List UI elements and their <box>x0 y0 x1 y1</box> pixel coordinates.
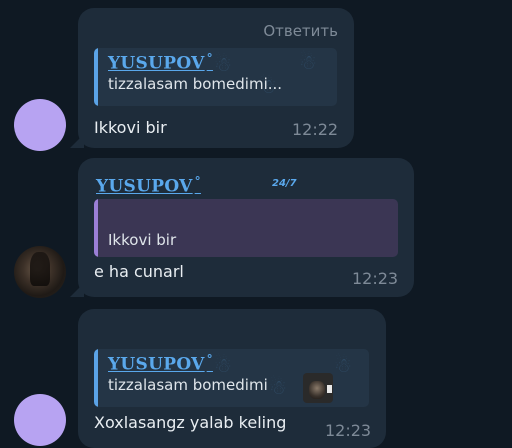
reply-quote[interactable]: Ikkovi bir <box>94 199 398 257</box>
ghost-pattern-icon: ☃ <box>214 52 232 76</box>
bubble-tail <box>70 134 84 148</box>
reply-button[interactable]: Ответить <box>263 22 338 40</box>
message-bubble[interactable]: YUSUPOV ° 24/7 Ikkovi bir e ha cunarl 12:… <box>78 158 414 297</box>
reply-quote[interactable]: ☃ ☃ ☃ YUSUPOV ° tizzalasam bomedimi... <box>94 48 337 106</box>
quote-bar <box>94 349 98 407</box>
status-badge: 24/7 <box>272 178 297 189</box>
quote-text: Ikkovi bir <box>108 231 177 249</box>
message-text: Ikkovi bir <box>94 118 167 137</box>
message-bubble[interactable]: Ответить ☃ ☃ ☃ YUSUPOV ° tizzalasam bomed… <box>78 8 354 148</box>
media-thumbnail[interactable] <box>303 373 333 403</box>
quote-author: YUSUPOV ° <box>108 51 213 74</box>
message-time: 12:22 <box>292 120 339 139</box>
quote-text: tizzalasam bomedimi <box>108 376 268 394</box>
message-text: e ha cunarl <box>94 262 184 281</box>
user-avatar[interactable] <box>14 394 66 446</box>
quote-bar <box>94 199 98 257</box>
quote-author: YUSUPOV ° <box>108 352 213 375</box>
message-bubble[interactable]: ☃ ☃ ☃ YUSUPOV ° tizzalasam bomedimi Xoxla… <box>78 309 386 448</box>
ghost-pattern-icon: ☃ <box>299 50 317 74</box>
ghost-pattern-icon: ☃ <box>334 353 352 377</box>
user-avatar[interactable] <box>14 246 66 298</box>
ghost-pattern-icon: ☃ <box>269 375 287 399</box>
reply-quote[interactable]: ☃ ☃ ☃ YUSUPOV ° tizzalasam bomedimi <box>94 349 369 407</box>
ghost-pattern-icon: ☃ <box>214 353 232 377</box>
user-avatar[interactable] <box>14 99 66 151</box>
bubble-tail <box>70 283 84 297</box>
message-time: 12:23 <box>325 421 372 440</box>
quote-bar <box>94 48 98 106</box>
message-text: Xoxlasangz yalab keling <box>94 413 287 432</box>
quote-text: tizzalasam bomedimi... <box>108 75 283 93</box>
message-time: 12:23 <box>352 269 399 288</box>
sender-name[interactable]: YUSUPOV ° <box>96 174 201 197</box>
